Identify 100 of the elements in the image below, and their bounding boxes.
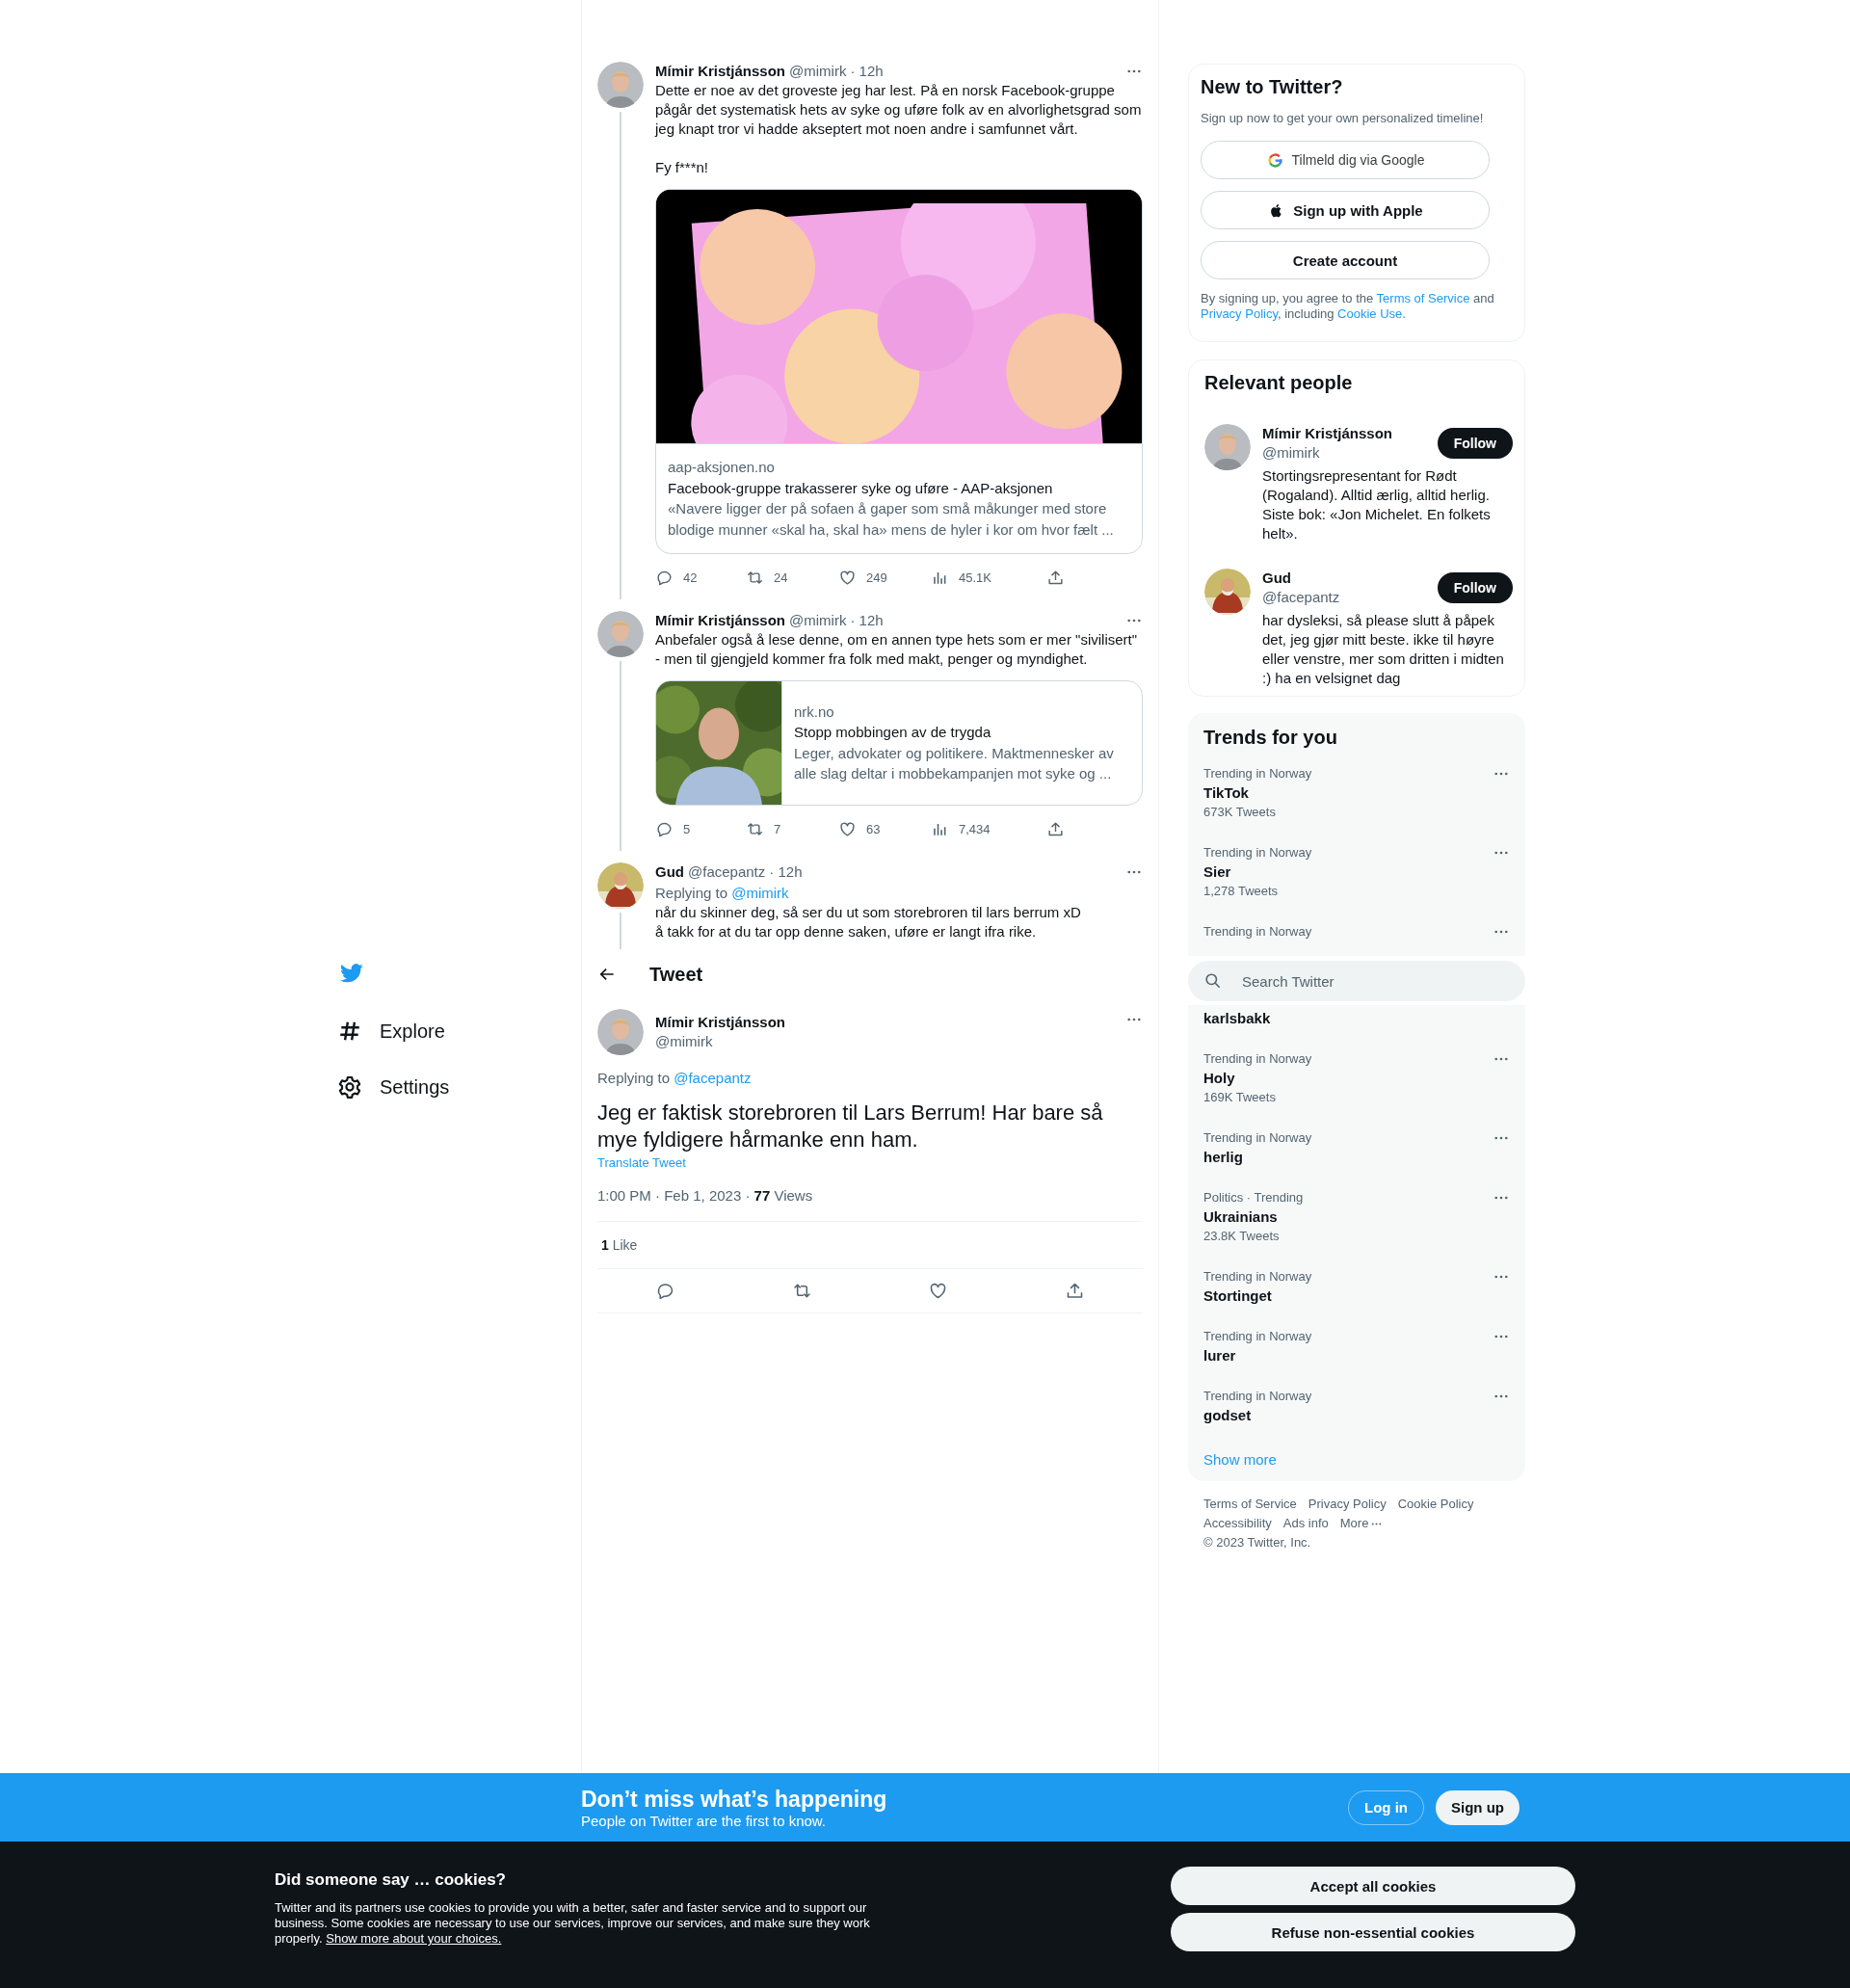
nav-item[interactable]: Explore bbox=[337, 1019, 445, 1044]
trend-category: Trending in Norway bbox=[1203, 1328, 1313, 1345]
avatar[interactable] bbox=[597, 862, 644, 909]
person-name[interactable]: Mímir Kristjánsson bbox=[1262, 424, 1393, 443]
cookie-title: Did someone say … cookies? bbox=[275, 1869, 507, 1891]
card-title: Trends for you bbox=[1202, 726, 1338, 750]
reply-button[interactable]: 5 bbox=[655, 818, 691, 839]
banner-subtitle: People on Twitter are the first to know. bbox=[581, 1812, 828, 1830]
sign-up-button[interactable]: Sign up bbox=[1436, 1789, 1520, 1825]
link-card[interactable]: nrk.no Stopp mobbingen av de trygda Leger, advokater og politikere. Maktmennesker av alle slag deltar i mobbekampanjen mot syke og ... bbox=[655, 680, 1143, 806]
avatar[interactable] bbox=[1204, 424, 1251, 470]
retweet-button[interactable]: 24 bbox=[746, 567, 788, 588]
author-handle[interactable]: @mimirk bbox=[655, 1032, 786, 1051]
tweet-text: når du skinner deg, så ser du ut som storebroren til lars berrum xD å takk for at du tar opp denne saken, uføre er langt ifra rike. bbox=[655, 903, 1082, 941]
author-handle[interactable]: @facepantz bbox=[688, 862, 766, 882]
trend-name[interactable]: Sier bbox=[1203, 862, 1493, 882]
like-button[interactable]: 63 bbox=[838, 818, 881, 839]
trend-category: Trending in Norway bbox=[1203, 923, 1313, 941]
footer-link[interactable]: Accessibility bbox=[1203, 1516, 1272, 1531]
link-card[interactable] bbox=[655, 189, 1143, 554]
trend-category: Trending in Norway bbox=[1203, 1129, 1313, 1147]
avatar[interactable] bbox=[597, 611, 644, 657]
trend-category: Trending in Norway bbox=[1203, 1388, 1313, 1405]
share-icon bbox=[1046, 819, 1065, 838]
link-description: «Navere ligger der på sofaen å gaper som små måkunger med store blodige munner «skal ha, skal ha» mens de hyler i kor om hvor fælt ... bbox=[668, 499, 1115, 540]
trend-category: Politics · Trending bbox=[1203, 1189, 1305, 1206]
views-button[interactable]: 45.1K bbox=[931, 567, 991, 588]
trend-name[interactable]: TikTok bbox=[1203, 783, 1493, 803]
footer-link[interactable]: Terms of Service bbox=[1203, 1497, 1297, 1512]
nav-item[interactable]: Settings bbox=[337, 1074, 450, 1100]
link-domain: aap-aksjonen.no bbox=[668, 458, 776, 477]
trend-count: 673K Tweets bbox=[1203, 804, 1277, 821]
replying-to: Replying to @facepantz bbox=[597, 1069, 753, 1088]
tweet-time[interactable]: · 12h bbox=[850, 62, 884, 81]
like-count: 1 Like bbox=[601, 1237, 638, 1253]
search-field[interactable]: Search Twitter bbox=[1188, 961, 1525, 1001]
retweet-button[interactable]: 7 bbox=[746, 818, 781, 839]
person-bio: har dysleksi, så please slutt å påpek det, jeg gjør mitt beste. ikke til høyre eller venstre, mer som dritten i midten :) ha en velsignet dag bbox=[1262, 611, 1505, 688]
footer-link[interactable]: Ads info bbox=[1282, 1516, 1329, 1531]
trend-name[interactable]: karlsbakk bbox=[1203, 1009, 1510, 1028]
author-name[interactable]: Mímir Kristjánsson bbox=[655, 1013, 786, 1032]
like-button[interactable]: 249 bbox=[838, 567, 887, 588]
trend-category: Trending in Norway bbox=[1203, 844, 1313, 861]
trend-name[interactable]: godset bbox=[1203, 1406, 1493, 1425]
tweet-time[interactable]: · 12h bbox=[769, 862, 803, 882]
follow-button[interactable]: Follow bbox=[1437, 428, 1513, 459]
reply-button[interactable]: 42 bbox=[655, 567, 698, 588]
more-link[interactable]: More bbox=[1339, 1516, 1384, 1531]
cookie-text: Twitter and its partners use cookies to provide you with a better, safer and faster service and to support our business. Some cookies are necessary to use our services, improve our services, and make sure they work properly. Show more about your choices. bbox=[275, 1900, 871, 1947]
trend-name[interactable]: Holy bbox=[1203, 1069, 1493, 1088]
trend-name[interactable]: herlig bbox=[1203, 1148, 1493, 1167]
avatar[interactable] bbox=[597, 1009, 644, 1055]
create-account-button[interactable]: Create account bbox=[1201, 241, 1490, 279]
footer-link[interactable]: Cookie Policy bbox=[1397, 1497, 1474, 1512]
copyright: © 2023 Twitter, Inc. bbox=[1203, 1535, 1312, 1551]
follow-button[interactable]: Follow bbox=[1437, 572, 1513, 603]
author-handle[interactable]: @mimirk bbox=[789, 62, 847, 81]
replying-to: Replying to @mimirk bbox=[655, 884, 790, 903]
link-title: Stopp mobbingen av de trygda bbox=[794, 723, 992, 742]
trend-count: 1,278 Tweets bbox=[1203, 883, 1280, 900]
avatar[interactable] bbox=[1204, 569, 1251, 615]
trend-name[interactable]: Ukrainians bbox=[1203, 1207, 1493, 1227]
trend-count: 169K Tweets bbox=[1203, 1089, 1277, 1106]
views-button[interactable]: 7,434 bbox=[931, 818, 991, 839]
author-handle[interactable]: @mimirk bbox=[789, 611, 847, 630]
person-name[interactable]: Gud bbox=[1262, 569, 1340, 588]
author-name[interactable]: Mímir Kristjánsson bbox=[655, 611, 786, 630]
sign-up-button[interactable]: Tilmeld dig via Google bbox=[1201, 141, 1490, 179]
card-title: Relevant people bbox=[1204, 371, 1354, 395]
tweet-text: Jeg er faktisk storebroren til Lars Berrum! Har bare så mye fyldigere hårmanke enn ham. bbox=[597, 1100, 1104, 1153]
google-icon bbox=[1265, 150, 1284, 170]
avatar[interactable] bbox=[597, 62, 644, 108]
settings-icon bbox=[337, 1074, 362, 1100]
trend-category: Trending in Norway bbox=[1203, 765, 1313, 782]
person-handle[interactable]: @mimirk bbox=[1262, 443, 1393, 463]
tweet-text: Dette er noe av det groveste jeg har lest. På en norsk Facebook-gruppe pågår det systematisk hets av syke og uføre folk av en alvorlighetsgrad som jeg knapt tror vi hadde akseptert mot noen andre i samfunnet vårt. Fy f***n! bbox=[655, 81, 1143, 177]
trend-name[interactable]: Stortinget bbox=[1203, 1286, 1493, 1306]
sign-up-button[interactable]: Sign up with Apple bbox=[1201, 191, 1490, 229]
author-name[interactable]: Mímir Kristjánsson bbox=[655, 62, 786, 81]
trend-category: Trending in Norway bbox=[1203, 1268, 1313, 1286]
legal-text: By signing up, you agree to the Terms of Service and Privacy Policy, including Cookie Use. bbox=[1201, 291, 1495, 322]
trend-category: Trending in Norway bbox=[1203, 1050, 1313, 1068]
tweet-time[interactable]: · 12h bbox=[850, 611, 884, 630]
footer-link[interactable]: Privacy Policy bbox=[1308, 1497, 1387, 1512]
trend-name[interactable]: lurer bbox=[1203, 1346, 1493, 1365]
link-title: Facebook-gruppe trakasserer syke og uføre - AAP-aksjonen bbox=[668, 478, 1054, 498]
link-domain: nrk.no bbox=[794, 702, 835, 722]
accept-cookies-button[interactable]: Accept all cookies bbox=[1171, 1867, 1575, 1905]
person-bio: Stortingsrepresentant for Rødt (Rogaland). Alltid ærlig, alltid herlig. Siste bok: «Jon Michelet. En folkets helt». bbox=[1262, 466, 1492, 543]
author-name[interactable]: Gud bbox=[655, 862, 684, 882]
person-handle[interactable]: @facepantz bbox=[1262, 588, 1340, 607]
card-subtitle: Sign up now to get your own personalized timeline! bbox=[1201, 111, 1485, 125]
banner-title: Don’t miss what’s happening bbox=[581, 1785, 887, 1813]
page-title: Tweet bbox=[649, 963, 703, 986]
refuse-cookies-button[interactable]: Refuse non-essential cookies bbox=[1171, 1913, 1575, 1951]
trend-count: 23.8K Tweets bbox=[1203, 1228, 1281, 1245]
tweet-text: Anbefaler også å lese denne, om en annen type hets som er mer "sivilisert" - men til gjengjeld kommer fra folk med makt, penger og myndighet. bbox=[655, 630, 1139, 669]
card-title: New to Twitter? bbox=[1201, 75, 1344, 99]
share-icon bbox=[1046, 568, 1065, 587]
cookie-link[interactable]: Show more about your choices. bbox=[326, 1931, 502, 1946]
